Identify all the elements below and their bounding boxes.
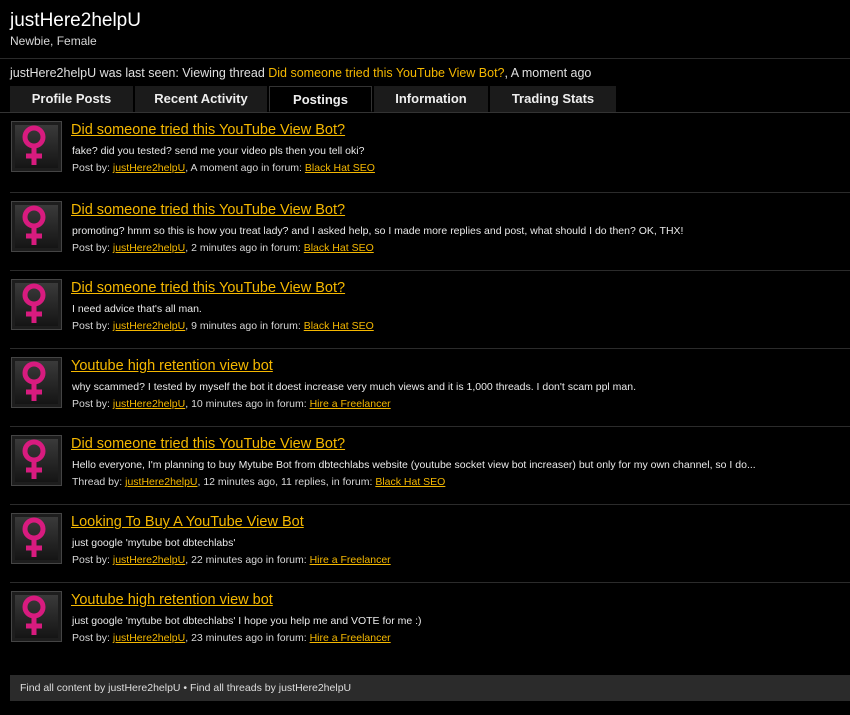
profile-username: justHere2helpU — [10, 10, 141, 31]
post-author-link[interactable]: justHere2helpU — [113, 162, 185, 174]
female-symbol-icon — [22, 205, 46, 245]
last-seen-suffix: , A moment ago — [504, 66, 592, 80]
post-snippet: fake? did you tested? send me your video… — [72, 145, 365, 157]
post-title-link[interactable]: Youtube high retention view bot — [71, 592, 273, 608]
find-all-content-link[interactable]: Find all content by justHere2helpU — [20, 682, 181, 694]
female-symbol-icon — [22, 517, 46, 557]
last-seen-thread-link[interactable]: Did someone tried this YouTube View Bot? — [268, 66, 504, 80]
post-meta-prefix: Post by: — [72, 398, 113, 410]
post-author-link[interactable]: justHere2helpU — [113, 554, 185, 566]
post-meta-prefix: Post by: — [72, 242, 113, 254]
list-item: Looking To Buy A YouTube View Bot just g… — [10, 505, 850, 583]
post-snippet: just google 'mytube bot dbtechlabs' I ho… — [72, 615, 422, 627]
post-forum-link[interactable]: Hire a Freelancer — [310, 554, 391, 566]
post-forum-link[interactable]: Hire a Freelancer — [310, 632, 391, 644]
tab-information[interactable]: Information — [374, 86, 488, 112]
list-item: Did someone tried this YouTube View Bot?… — [10, 271, 850, 349]
post-forum-link[interactable]: Black Hat SEO — [375, 476, 445, 488]
post-meta-time: , 22 minutes ago in forum: — [185, 554, 310, 566]
post-meta: Post by: justHere2helpU, A moment ago in… — [72, 162, 375, 174]
tab-recent-activity[interactable]: Recent Activity — [135, 86, 267, 112]
profile-user-title: Newbie, Female — [10, 34, 97, 48]
last-seen-line: justHere2helpU was last seen: Viewing th… — [0, 59, 850, 86]
list-item: Youtube high retention view bot just goo… — [10, 583, 850, 661]
post-meta-time: , 2 minutes ago in forum: — [185, 242, 304, 254]
last-seen-prefix: justHere2helpU was last seen: Viewing th… — [10, 66, 269, 80]
avatar[interactable] — [11, 591, 62, 642]
tab-profile-posts[interactable]: Profile Posts — [10, 86, 133, 112]
post-title-link[interactable]: Youtube high retention view bot — [71, 358, 273, 374]
list-item: Did someone tried this YouTube View Bot?… — [10, 113, 850, 193]
post-meta-time: , A moment ago in forum: — [185, 162, 305, 174]
post-meta: Thread by: justHere2helpU, 12 minutes ag… — [72, 476, 445, 488]
post-title-link[interactable]: Looking To Buy A YouTube View Bot — [71, 514, 304, 530]
post-snippet: I need advice that's all man. — [72, 303, 202, 315]
post-meta-time: , 9 minutes ago in forum: — [185, 320, 304, 332]
avatar[interactable] — [11, 201, 62, 252]
profile-tabs: Profile Posts Recent Activity Postings I… — [0, 86, 850, 113]
post-meta: Post by: justHere2helpU, 10 minutes ago … — [72, 398, 391, 410]
female-symbol-icon — [22, 439, 46, 479]
post-meta-prefix: Post by: — [72, 162, 113, 174]
female-symbol-icon — [22, 125, 46, 165]
female-symbol-icon — [22, 283, 46, 323]
avatar[interactable] — [11, 513, 62, 564]
post-meta-time: , 23 minutes ago in forum: — [185, 632, 310, 644]
post-forum-link[interactable]: Black Hat SEO — [304, 320, 374, 332]
avatar[interactable] — [11, 279, 62, 330]
female-symbol-icon — [22, 361, 46, 401]
find-all-threads-link[interactable]: Find all threads by justHere2helpU — [190, 682, 351, 694]
post-author-link[interactable]: justHere2helpU — [125, 476, 197, 488]
list-item: Did someone tried this YouTube View Bot?… — [10, 427, 850, 505]
post-meta-prefix: Post by: — [72, 632, 113, 644]
post-forum-link[interactable]: Black Hat SEO — [304, 242, 374, 254]
female-symbol-icon — [22, 595, 46, 635]
post-forum-link[interactable]: Black Hat SEO — [305, 162, 375, 174]
tab-trading-stats[interactable]: Trading Stats — [490, 86, 616, 112]
post-meta-prefix: Post by: — [72, 320, 113, 332]
post-title-link[interactable]: Did someone tried this YouTube View Bot? — [71, 122, 345, 138]
post-author-link[interactable]: justHere2helpU — [113, 320, 185, 332]
postings-footer: Find all content by justHere2helpU • Fin… — [10, 675, 850, 701]
post-meta: Post by: justHere2helpU, 9 minutes ago i… — [72, 320, 374, 332]
post-meta-prefix: Thread by: — [72, 476, 126, 488]
post-snippet: Hello everyone, I'm planning to buy Mytu… — [72, 459, 756, 471]
post-snippet: just google 'mytube bot dbtechlabs' — [72, 537, 236, 549]
post-title-link[interactable]: Did someone tried this YouTube View Bot? — [71, 280, 345, 296]
avatar[interactable] — [11, 121, 62, 172]
post-meta: Post by: justHere2helpU, 2 minutes ago i… — [72, 242, 374, 254]
footer-separator: • — [180, 682, 191, 694]
profile-header: justHere2helpU Newbie, Female — [0, 0, 850, 48]
post-author-link[interactable]: justHere2helpU — [113, 242, 185, 254]
post-forum-link[interactable]: Hire a Freelancer — [310, 398, 391, 410]
post-meta-time: , 12 minutes ago, 11 replies, in forum: — [197, 476, 376, 488]
post-title-link[interactable]: Did someone tried this YouTube View Bot? — [71, 436, 345, 452]
post-snippet: why scammed? I tested by myself the bot … — [72, 381, 637, 393]
post-title-link[interactable]: Did someone tried this YouTube View Bot? — [71, 202, 345, 218]
postings-list: Did someone tried this YouTube View Bot?… — [0, 113, 850, 661]
post-meta-time: , 10 minutes ago in forum: — [185, 398, 310, 410]
post-meta: Post by: justHere2helpU, 22 minutes ago … — [72, 554, 391, 566]
list-item: Youtube high retention view bot why scam… — [10, 349, 850, 427]
avatar[interactable] — [11, 435, 62, 486]
post-meta-prefix: Post by: — [72, 554, 113, 566]
avatar[interactable] — [11, 357, 62, 408]
post-author-link[interactable]: justHere2helpU — [113, 398, 185, 410]
post-author-link[interactable]: justHere2helpU — [113, 632, 185, 644]
post-snippet: promoting? hmm so this is how you treat … — [72, 225, 684, 237]
tab-postings[interactable]: Postings — [269, 86, 372, 112]
list-item: Did someone tried this YouTube View Bot?… — [10, 193, 850, 271]
post-meta: Post by: justHere2helpU, 23 minutes ago … — [72, 632, 391, 644]
